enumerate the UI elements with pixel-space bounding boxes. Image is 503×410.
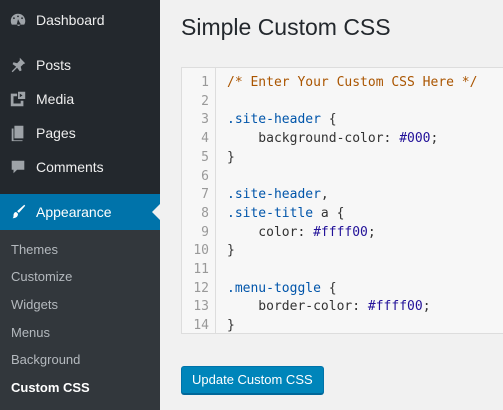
css-code-editor[interactable]: 1 2 3 4 5 6 7 8 9 10 11 12 13 14 /* Enter Your Custom… [181, 67, 503, 334]
submenu-item-widgets[interactable]: Widgets [11, 297, 58, 312]
code-token: } [227, 243, 235, 259]
code-token: ; [422, 299, 431, 315]
line-number: 7 [201, 187, 209, 203]
line-number: 14 [193, 318, 209, 334]
code-token: ; [367, 224, 376, 240]
line-number: 1 [201, 75, 209, 90]
code-token: } [227, 149, 235, 165]
code-line: } [227, 150, 235, 165]
submenu-item-background[interactable]: Background [11, 352, 80, 367]
menu-item-label: Pages [36, 125, 76, 141]
admin-sidebar: Dashboard Posts Media Pages Comments App… [0, 0, 160, 410]
code-token: border-color: [227, 299, 368, 315]
menu-item-pages[interactable]: Pages [0, 116, 160, 150]
code-line: } [227, 243, 235, 258]
submenu-item-themes[interactable]: Themes [11, 242, 58, 257]
code-line: /* Enter Your Custom CSS Here */ [227, 75, 477, 90]
line-number-gutter: 1 2 3 4 5 6 7 8 9 10 11 12 13 14 [182, 68, 216, 333]
code-token: /* Enter Your Custom CSS Here */ [227, 75, 478, 90]
page-title: Simple Custom CSS [181, 14, 391, 40]
code-token: #000 [399, 131, 431, 147]
menu-item-dashboard[interactable]: Dashboard [0, 3, 160, 37]
submenu-item-custom-css[interactable]: Custom CSS [11, 380, 90, 395]
line-number: 10 [193, 243, 209, 259]
appearance-submenu: Themes Customize Widgets Menus Backgroun… [0, 230, 160, 410]
code-token: } [227, 318, 235, 334]
line-number: 8 [201, 205, 209, 221]
pin-icon [8, 55, 28, 75]
code-line: border-color: #ffff00; [227, 299, 431, 315]
menu-item-label: Media [36, 91, 75, 107]
code-token: .site-title [227, 205, 314, 221]
line-number: 11 [193, 262, 209, 277]
line-number: 9 [201, 224, 209, 240]
submenu-item-menus[interactable]: Menus [11, 325, 50, 340]
comment-icon [8, 157, 28, 177]
code-token: .menu-toggle [227, 280, 321, 296]
current-indicator-arrow [152, 204, 160, 220]
menu-item-label: Comments [36, 159, 104, 175]
dashboard-icon [8, 10, 28, 30]
code-line: .site-header { [227, 112, 337, 127]
line-number: 12 [193, 280, 209, 296]
code-line: } [227, 318, 235, 333]
media-icon [8, 89, 28, 109]
code-token: #ffff00 [313, 224, 368, 240]
menu-item-media[interactable]: Media [0, 82, 160, 116]
code-token: .site-header [227, 187, 321, 203]
line-number: 6 [201, 168, 209, 184]
line-number: 2 [201, 93, 209, 109]
menu-item-label: Appearance [36, 204, 112, 220]
line-number: 3 [201, 112, 209, 128]
code-token: background-color: [227, 131, 400, 147]
menu-item-label: Posts [36, 57, 72, 73]
code-token: a { [313, 205, 345, 221]
code-line: background-color: #000; [227, 131, 438, 146]
submenu-item-customize[interactable]: Customize [11, 269, 72, 284]
code-token: , [320, 187, 329, 203]
menu-item-label: Dashboard [36, 12, 105, 28]
line-number: 4 [201, 131, 209, 147]
menu-item-posts[interactable]: Posts [0, 48, 160, 82]
menu-item-appearance[interactable]: Appearance [0, 194, 160, 230]
code-token: ; [430, 131, 439, 147]
code-line: .site-header, [227, 187, 329, 202]
update-custom-css-button[interactable]: Update Custom CSS [181, 366, 324, 394]
code-token: color: [227, 224, 314, 240]
brush-icon [8, 202, 28, 222]
code-token: #ffff00 [367, 299, 423, 315]
line-number: 5 [201, 149, 209, 165]
code-line: .site-title a { [227, 206, 344, 221]
pages-icon [8, 123, 28, 143]
code-token: .site-header [227, 112, 321, 128]
code-token: { [320, 112, 337, 128]
code-line: .menu-toggle { [227, 281, 337, 296]
code-line: color: #ffff00; [227, 224, 376, 240]
line-number: 13 [193, 299, 209, 315]
menu-item-comments[interactable]: Comments [0, 150, 160, 184]
code-token: { [320, 280, 337, 296]
